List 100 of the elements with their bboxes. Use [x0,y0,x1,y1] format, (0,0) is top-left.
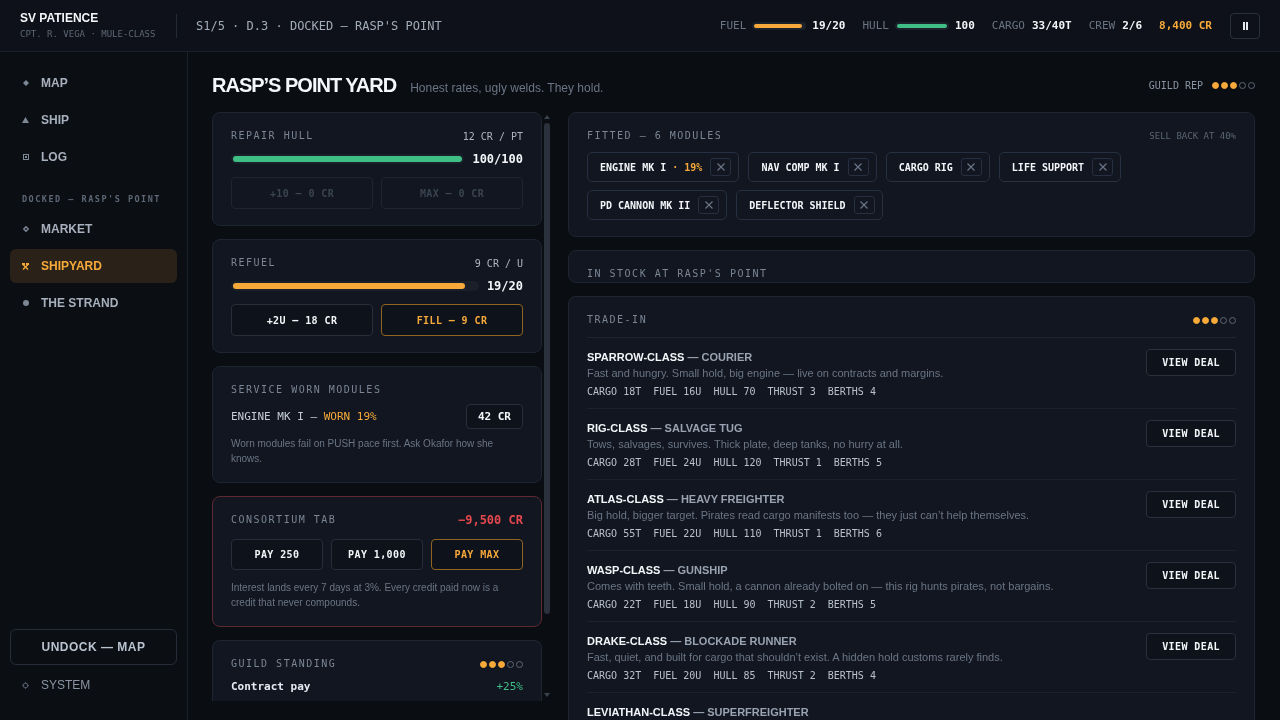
ship-description: Comes with teeth. Small hold, a cannon already bolted on — this rig hunts pirates, not bargains. [587,579,1054,593]
stat-label: CREW [1088,19,1116,32]
ship-spec: HULL 90 [713,598,756,612]
meter-reading: 100/100 [472,152,523,166]
card-title: GUILD STANDING [231,657,337,671]
ship-spec: THRUST 1 [773,456,822,470]
sell-back-note: SELL BACK AT 40% [1149,131,1236,141]
sidebar-item[interactable]: MARKET [10,212,177,246]
ship-spec: BERTHS 4 [827,385,876,399]
remove-button[interactable] [847,158,869,176]
perk-value: +25% [496,680,523,694]
ship-spec: CARGO 28T [587,456,642,470]
price-button[interactable]: 42 CR [465,404,523,429]
close-icon [854,163,863,171]
close-icon [1098,163,1107,171]
ship-spec: THRUST 3 [767,385,816,399]
action-button[interactable]: +2U — 18 CR [231,304,373,336]
view-deal-button[interactable]: VIEW DEAL [1146,633,1236,660]
pause-icon [1242,21,1248,30]
card-title: REFUEL [231,256,277,270]
sidebar-item[interactable]: MAP [10,66,177,100]
card-title: CONSORTIUM TAB [231,513,337,527]
ship-name: SV PATIENCE [20,11,100,25]
close-icon [716,163,725,171]
action-button[interactable]: PAY 250 [231,539,323,570]
close-icon [704,201,713,209]
scroll-down-icon [543,693,550,697]
action-button[interactable]: PAY 1,000 [331,539,423,570]
sidebar-item[interactable]: SHIP [10,103,177,137]
diamond-icon [22,226,29,232]
module-name: PD CANNON MK II [600,199,691,211]
card-title: IN STOCK AT RASP'S POINT [587,267,768,281]
service-note: Worn modules fail on PUSH pace first. Ask Okafor how she knows. [231,437,495,466]
ship-spec: THRUST 2 [767,669,816,683]
service-note: Interest lands every 7 days at 3%. Every credit paid now is a credit that never compounds. [231,581,500,610]
ship-spec: FUEL 24U [653,456,702,470]
ship-spec: BERTHS 5 [833,456,882,470]
ship-spec: THRUST 2 [767,598,816,612]
meter-reading: 19/20 [486,279,523,293]
ship-class-name: LEVIATHAN-CLASS — SUPERFREIGHTER [587,705,809,719]
sidebar-item[interactable]: THE STRAND [10,286,177,320]
ship-class-name: WASP-CLASS — GUNSHIP [587,563,729,577]
remove-button[interactable] [960,158,982,176]
ship-class-name: ATLAS-CLASS — HEAVY FREIGHTER [587,492,786,506]
card-title: FITTED — 6 MODULES [587,129,723,143]
action-button[interactable]: FILL — 9 CR [381,304,523,336]
ship-spec: BERTHS 5 [827,598,876,612]
diamond-icon [22,80,29,86]
ship-spec: THRUST 1 [773,527,822,541]
remove-button[interactable] [698,196,720,214]
scroll-up-icon [543,115,550,119]
action-button[interactable]: PAY MAX [431,539,523,570]
location-text: S1/5 · D.3 · DOCKED — RASP'S POINT [196,18,442,33]
ship-spec: CARGO 55T [587,527,642,541]
stat-value: 2/6 [1122,19,1142,32]
crossed-tools-icon [22,262,29,270]
sidebar-item[interactable]: SYSTEM [10,668,177,702]
debt-amount: −9,500 CR [457,513,523,527]
ship-class-name: DRAKE-CLASS — BLOCKADE RUNNER [587,634,798,648]
ship-description: Big hold, bigger target. Pirates read cargo manifests too — they just can’t help themselves. [587,508,1030,522]
view-deal-button[interactable]: VIEW DEAL [1146,420,1236,447]
remove-button[interactable] [710,158,732,176]
ship-spec: HULL 120 [713,456,762,470]
ship-spec: FUEL 22U [653,527,702,541]
ship-subtitle: CPT. R. VEGA · MULE-CLASS [20,29,157,40]
ship-class-name: RIG-CLASS — SALVAGE TUG [587,421,744,435]
gauge-label: HULL [862,19,889,32]
view-deal-button[interactable]: VIEW DEAL [1146,349,1236,376]
rate-label: 9 CR / U [474,257,523,269]
pause-button[interactable] [1230,12,1260,39]
ship-spec: HULL 85 [713,669,756,683]
ship-spec: CARGO 18T [587,385,642,399]
card-title: TRADE-IN [587,313,648,327]
scrollbar-thumb[interactable] [543,123,550,614]
ship-description: Tows, salvages, survives. Thick plate, deep tanks, no hurry at all. [587,437,903,451]
module-name: CARGO RIG [898,161,953,173]
triangle-icon [22,117,29,123]
undock-button[interactable]: UNDOCK — MAP [10,629,177,665]
ship-spec: FUEL 16U [653,385,702,399]
stat-label: CARGO [991,19,1025,32]
remove-button[interactable] [1092,158,1114,176]
module-name: DEFLECTOR SHIELD [749,199,846,211]
ship-spec: HULL 110 [713,527,762,541]
ship-spec: CARGO 22T [587,598,642,612]
gauge-value: 19/20 [812,19,846,32]
ship-spec: CARGO 32T [587,669,642,683]
crosshair-icon [22,681,29,689]
perk-label: Contract pay [231,680,311,694]
section-label: DOCKED — RASP'S POINT [22,193,162,205]
ship-description: Fast, quiet, and built for cargo that shouldn’t exist. A hidden hold customs rarely finds. [587,650,1003,664]
sidebar-item[interactable]: SHIPYARD [10,249,177,283]
card-title: REPAIR HULL [231,129,314,143]
view-deal-button[interactable]: VIEW DEAL [1146,562,1236,589]
ship-spec: BERTHS 6 [833,527,882,541]
ship-spec: FUEL 18U [653,598,702,612]
sidebar-item[interactable]: LOG [10,140,177,174]
page-title: RASP’S POINT YARD [212,73,397,98]
circle-icon [22,300,29,306]
view-deal-button[interactable]: VIEW DEAL [1146,491,1236,518]
remove-button[interactable] [853,196,875,214]
